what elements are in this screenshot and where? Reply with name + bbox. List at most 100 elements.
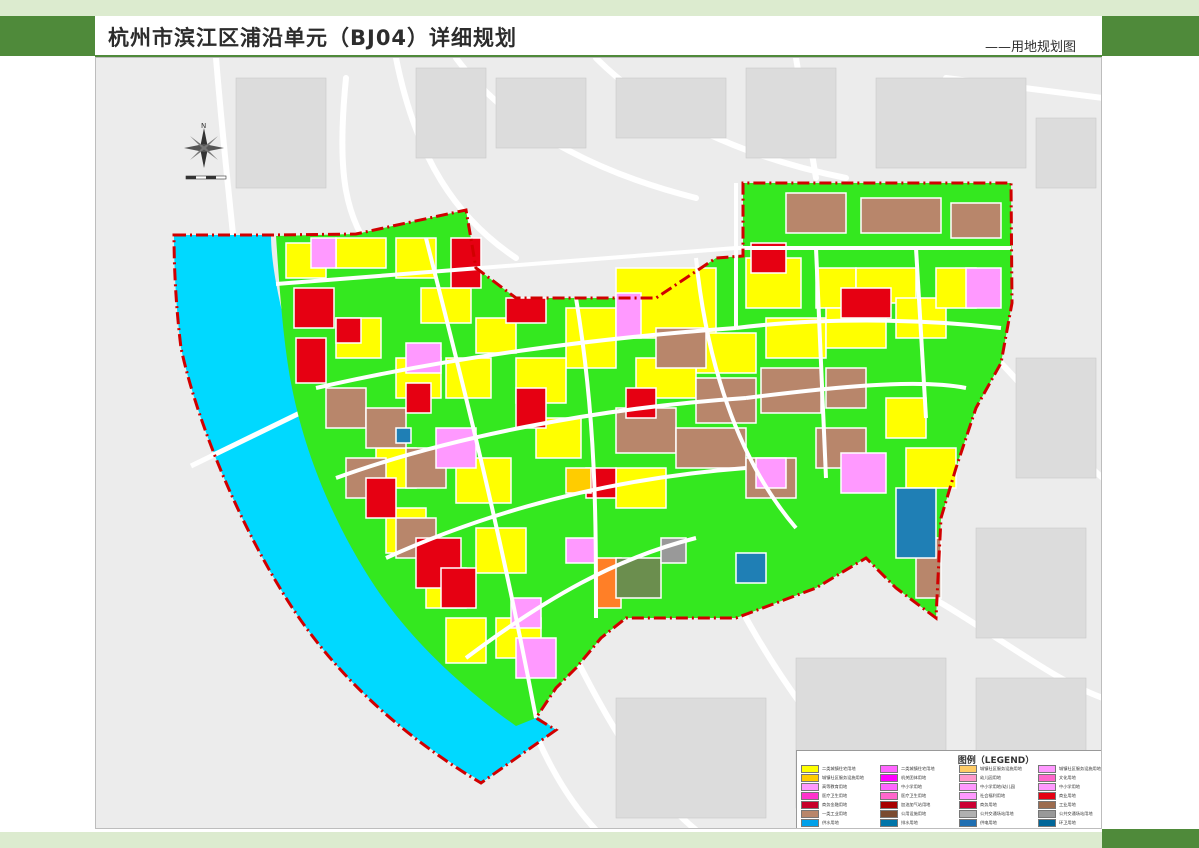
legend-label: 商业用地 (1059, 793, 1076, 799)
legend-item: 一类工业用地 (801, 809, 877, 818)
legend-label: 医疗卫生用地 (822, 793, 848, 799)
legend-swatch (1038, 818, 1056, 827)
legend-swatch (801, 809, 819, 818)
legend-swatch (959, 818, 977, 827)
legend-swatch (880, 801, 898, 809)
legend-item: 加油加气站用地 (880, 801, 956, 810)
legend-swatch (959, 765, 977, 774)
legend-swatch (1038, 783, 1056, 792)
legend-label: 二类城镇住宅用地 (822, 766, 856, 772)
legend-item: 商务金融用地 (801, 801, 877, 810)
legend-label: 城镇社区服务设施用地 (1059, 766, 1101, 772)
legend-label: 中小学用地 (901, 784, 922, 790)
legend-swatch (1038, 792, 1056, 801)
legend-label: 供电用地 (980, 819, 997, 825)
legend-label: 中小学用地/幼儿园 (980, 784, 1015, 790)
legend-item: 中小学用地 (880, 783, 956, 792)
legend-item: 城镇社区服务设施用地 (1038, 765, 1101, 774)
legend-item: 医疗卫生用地 (801, 792, 877, 801)
legend-swatch (801, 783, 819, 792)
legend-label: 城镇社区服务设施用地 (980, 766, 1022, 772)
legend-swatch (959, 801, 977, 809)
legend-item: 社会福利用地 (959, 792, 1035, 801)
legend-swatch (880, 783, 898, 792)
legend-swatch (1038, 765, 1056, 774)
legend-swatch (959, 783, 977, 792)
legend-item: 广场用地 (959, 827, 1035, 828)
legend-swatch (959, 809, 977, 818)
legend-item: 供电用地 (959, 818, 1035, 827)
legend-label: 中小学用地 (1059, 784, 1080, 790)
legend-item: 防护绿地 (880, 827, 956, 828)
legend-item: 工业用地 (1038, 801, 1101, 810)
legend-item: 城镇社区服务设施用地 (801, 774, 877, 783)
legend-label: 一类工业用地 (822, 810, 848, 816)
bottom-banner (0, 832, 1199, 848)
legend-item: 供水用地 (801, 818, 877, 827)
legend-label: 医疗卫生用地 (901, 793, 927, 799)
legend-swatch (959, 774, 977, 783)
legend-label: 公用设施用地 (901, 810, 927, 816)
legend-item: 高等教育用地 (801, 783, 877, 792)
legend-item: 幼儿园用地 (959, 774, 1035, 783)
legend-swatch (880, 827, 898, 828)
legend-label: 商务用地 (980, 802, 997, 807)
legend-label: 商务金融用地 (822, 802, 848, 807)
legend-label: 城镇社区服务设施用地 (822, 775, 864, 781)
legend-item: 中小学用地 (1038, 783, 1101, 792)
legend-label: 文化用地 (1059, 775, 1076, 781)
legend-item: 公共交通场站用地 (1038, 809, 1101, 818)
map-frame: N 图例（LEGEND） 二类城镇住宅用地 二类城镇住宅用地 城镇社区服务设施用地城… (95, 57, 1102, 829)
page-subtitle: ——用地规划图 (985, 40, 1077, 55)
legend-label: 环卫用地 (1059, 819, 1076, 825)
legend-swatch (801, 774, 819, 783)
legend-swatch (801, 827, 819, 828)
top-banner (0, 0, 1199, 16)
legend-swatch (880, 792, 898, 801)
legend-item: 环卫用地 (1038, 818, 1101, 827)
legend-label: 二类城镇住宅用地 (901, 766, 935, 772)
legend-label: 供水用地 (822, 819, 839, 825)
legend-swatch (801, 818, 819, 827)
legend-label: 幼儿园用地 (980, 775, 1001, 781)
legend-label: 公共交通场站用地 (1059, 810, 1093, 816)
scale-bar (185, 175, 227, 180)
legend-swatch (880, 774, 898, 783)
legend-swatch (1038, 801, 1056, 809)
header-right-accent (1102, 16, 1199, 56)
map-legend: 图例（LEGEND） 二类城镇住宅用地 二类城镇住宅用地 城镇社区服务设施用地 城镇社… (796, 750, 1101, 828)
legend-item: 公园绿地 (801, 827, 877, 828)
legend-item: 机关团体用地 (880, 774, 956, 783)
legend-swatch (880, 809, 898, 818)
legend-label: 排水用地 (901, 819, 918, 825)
legend-swatch (801, 801, 819, 809)
header-left-accent (0, 16, 95, 56)
legend-item: 公共交通场站用地 (959, 809, 1035, 818)
legend-item: 商业用地 (1038, 792, 1101, 801)
compass-north-label: N (201, 122, 206, 130)
legend-label: 加油加气站用地 (901, 802, 931, 807)
legend-swatch (880, 765, 898, 774)
legend-item: 二类城镇住宅用地 (801, 765, 877, 774)
footer-right-accent (1102, 829, 1199, 848)
land-use-map[interactable]: N (96, 58, 1102, 829)
legend-swatch (801, 765, 819, 774)
legend-swatch (1038, 774, 1056, 783)
legend-item: 城镇社区服务设施用地 (959, 765, 1035, 774)
legend-item: 中小学用地/幼儿园 (959, 783, 1035, 792)
legend-grid: 二类城镇住宅用地 二类城镇住宅用地 城镇社区服务设施用地 城镇社区服务设施用地 城镇社区… (801, 765, 1101, 828)
legend-item: 公园绿地 (1038, 827, 1101, 828)
legend-item: 排水用地 (880, 818, 956, 827)
legend-item: 二类城镇住宅用地 (880, 765, 956, 774)
legend-label: 机关团体用地 (901, 775, 927, 781)
legend-label: 公共交通场站用地 (980, 810, 1014, 816)
legend-item: 商务用地 (959, 801, 1035, 810)
legend-label: 社会福利用地 (980, 793, 1006, 799)
legend-label: 高等教育用地 (822, 784, 848, 790)
legend-swatch (801, 792, 819, 801)
legend-label: 工业用地 (1059, 802, 1076, 807)
legend-item: 公用设施用地 (880, 809, 956, 818)
page-title: 杭州市滨江区浦沿单元（BJ04）详细规划 (108, 26, 518, 50)
legend-swatch (880, 818, 898, 827)
legend-swatch (959, 792, 977, 801)
